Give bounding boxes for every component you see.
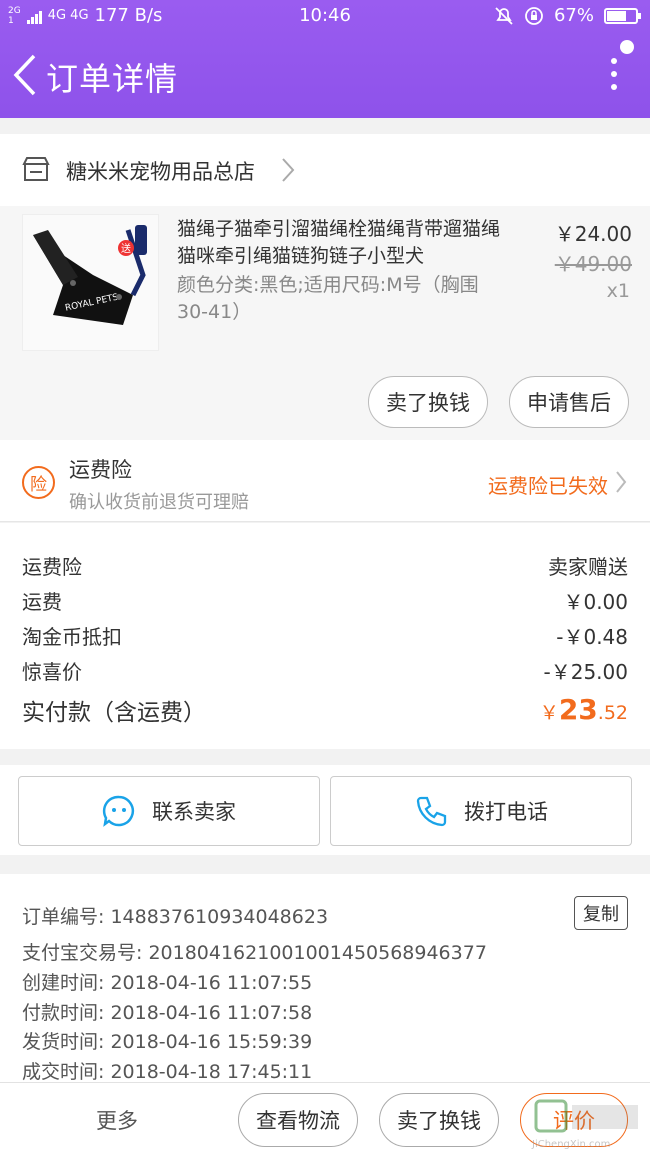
resell-button[interactable]: 卖了换钱 [368,376,488,428]
status-bar: 2G 1 4G 4G 177 B/s 10:46 67% [0,0,650,34]
phone-icon [416,796,447,827]
cost-value: -￥25.00 [543,660,628,684]
shipped-time: 发货时间: 2018-04-16 15:59:39 [22,1031,313,1053]
insurance-title: 运费险 [69,458,132,482]
total-amount: ￥23.52 [540,693,628,726]
order-number: 订单编号: 148837610934048623 [22,906,329,928]
harness-image: 送 ROYAL PETS [23,215,158,350]
cost-label: 惊喜价 [22,660,82,684]
chat-bubble-icon [102,795,135,827]
page-title: 订单详情 [46,60,179,98]
cost-value: 卖家赠送 [548,555,628,579]
total-row: 实付款（含运费） ￥23.52 [22,693,628,733]
alipay-trade-number: 支付宝交易号: 2018041621001001450568946377 [22,942,487,964]
status-right: 67% [494,5,641,26]
total-decimal: .52 [597,702,628,724]
cost-row: 惊喜价 -￥25.00 [22,656,628,686]
product-name[interactable]: 猫绳子猫牵引溜猫绳栓猫绳背带遛猫绳猫咪牵引绳猫链狗链子小型犬 [177,216,507,270]
insurance-icon: 险 [22,466,55,499]
call-phone-button[interactable]: 拨打电话 [330,776,632,846]
mute-icon [495,6,513,25]
contact-seller-button[interactable]: 联系卖家 [18,776,320,846]
after-sale-button[interactable]: 申请售后 [509,376,629,428]
call-phone-label: 拨打电话 [464,800,548,824]
shop-icon [22,157,50,181]
resell-bottom-button[interactable]: 卖了换钱 [379,1093,499,1147]
notification-dot [620,40,634,54]
header: 订单详情 [0,34,650,118]
watermark: JiChengXin.com [526,1095,646,1151]
contact-seller-label: 联系卖家 [152,800,236,824]
order-info: 订单编号: 148837610934048623 复制 支付宝交易号: 2018… [0,874,650,1094]
chevron-right-icon [282,158,295,182]
more-button[interactable]: 更多 [96,1105,138,1135]
shop-name: 糖米米宠物用品总店 [66,160,255,184]
svg-text:JiChengXin.com: JiChengXin.com [531,1139,610,1150]
rotation-lock-icon [525,6,543,25]
contact-section: 联系卖家 拨打电话 [0,765,650,855]
back-icon[interactable] [10,52,40,98]
cost-row: 运费险 卖家赠送 [22,551,628,581]
original-price: ￥49.00 [554,252,632,276]
battery-fill [607,10,626,21]
cost-summary: 运费险 卖家赠送 运费 ￥0.00 淘金币抵扣 -￥0.48 惊喜价 -￥25.… [0,523,650,749]
product-quantity: x1 [606,280,630,302]
chevron-right-icon [616,471,627,493]
paid-time: 付款时间: 2018-04-16 11:07:58 [22,1002,313,1024]
shop-row[interactable]: 糖米米宠物用品总店 [0,134,650,206]
copy-button[interactable]: 复制 [574,896,628,930]
created-time: 创建时间: 2018-04-16 11:07:55 [22,972,313,994]
completed-time: 成交时间: 2018-04-18 17:45:11 [22,1061,313,1083]
cost-value: -￥0.48 [556,625,628,649]
product-spec: 颜色分类:黑色;适用尺码:M号（胸围30-41） [177,274,479,323]
product-thumbnail[interactable]: 送 ROYAL PETS [22,214,159,351]
watermark-logo: JiChengXin.com [531,1099,638,1150]
gift-tag: 送 [121,242,131,255]
order-item[interactable]: 送 ROYAL PETS 猫绳子猫牵引溜猫绳栓猫绳背带遛猫绳猫咪牵引绳猫链狗链子… [0,206,650,440]
bottom-action-bar: 更多 查看物流 卖了换钱 评价 JiChengXin.com [0,1082,650,1155]
cost-label: 运费险 [22,555,82,579]
cost-value: ￥0.00 [563,590,628,614]
total-currency: ￥ [539,702,559,724]
total-integer: 23 [558,693,598,726]
insurance-subtitle: 确认收货前退货可理赔 [69,492,249,513]
product-price: ￥24.00 [554,222,632,246]
view-logistics-button[interactable]: 查看物流 [238,1093,358,1147]
cost-row: 运费 ￥0.00 [22,586,628,616]
shipping-insurance-row[interactable]: 险 运费险 确认收货前退货可理赔 运费险已失效 [0,440,650,522]
cost-row: 淘金币抵扣 -￥0.48 [22,621,628,651]
more-menu-icon[interactable] [608,58,620,98]
insurance-status: 运费险已失效 [488,474,608,498]
top-bar: 2G 1 4G 4G 177 B/s 10:46 67% 订单详情 [0,0,650,118]
cost-label: 运费 [22,590,62,614]
battery-percent: 67% [553,5,594,26]
total-label: 实付款（含运费） [22,700,206,726]
battery-icon [604,7,641,24]
cost-label: 淘金币抵扣 [22,625,122,649]
